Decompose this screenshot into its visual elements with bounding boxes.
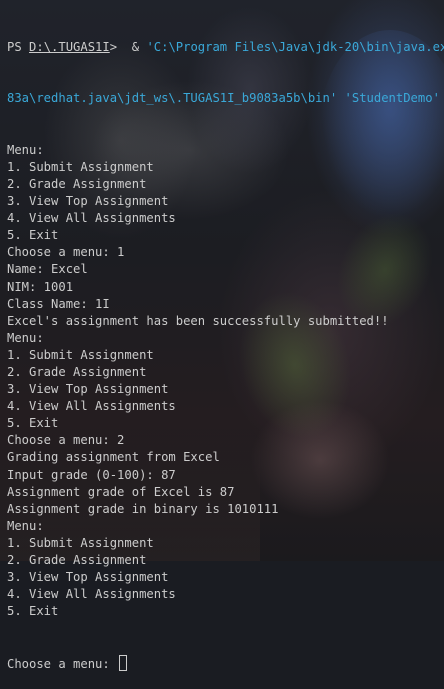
prompt-path-link[interactable]: D:\.TUGAS1I: [29, 40, 110, 54]
output-line: 3. View Top Assignment: [7, 382, 169, 397]
final-prompt-line[interactable]: Choose a menu:: [7, 654, 444, 672]
output-line: 1. Submit Assignment: [7, 159, 154, 174]
output-line: 5. Exit: [7, 604, 59, 619]
output-line: Choose a menu: 2: [7, 433, 125, 448]
output-line: 5. Exit: [7, 416, 59, 431]
text-cursor: [119, 654, 128, 671]
output-line: Class Name: 1I: [7, 296, 110, 311]
output-line: 5. Exit: [7, 228, 59, 243]
output-line: 4. View All Assignments: [7, 587, 176, 602]
command-operator: &: [131, 40, 147, 55]
output-line: Excel's assignment has been successfully…: [7, 313, 389, 328]
output-line: 2. Grade Assignment: [7, 176, 147, 191]
command-args: 83a\redhat.java\jdt_ws\.TUGAS1I_b9083a5b…: [7, 91, 440, 106]
output-line: Menu:: [7, 142, 44, 157]
output-line: Name: Excel: [7, 262, 88, 277]
output-line: NIM: 1001: [7, 279, 74, 294]
command-line-1: PS D:\.TUGAS1I> & 'C:\Program Files\Java…: [7, 39, 444, 56]
output-line: Menu:: [7, 330, 44, 345]
output-line: Assignment grade in binary is 1010111: [7, 501, 279, 516]
output-line: Choose a menu: 1: [7, 245, 125, 260]
output-line: 1. Submit Assignment: [7, 347, 154, 362]
output-line: 1. Submit Assignment: [7, 535, 154, 550]
output-line: 4. View All Assignments: [7, 399, 176, 414]
output-line: Input grade (0-100): 87: [7, 467, 176, 482]
command-line-2: 83a\redhat.java\jdt_ws\.TUGAS1I_b9083a5b…: [7, 90, 444, 107]
output-line: 3. View Top Assignment: [7, 194, 169, 209]
final-prompt: Choose a menu:: [7, 656, 118, 671]
output-line: Menu:: [7, 518, 44, 533]
command-java-path: 'C:\Program Files\Java\jdk-20\bin\java.e…: [146, 40, 444, 55]
prompt-prefix: PS: [7, 40, 30, 55]
terminal-output[interactable]: PS D:\.TUGAS1I> & 'C:\Program Files\Java…: [7, 5, 444, 689]
output-line: 2. Grade Assignment: [7, 364, 147, 379]
output-line: Grading assignment from Excel: [7, 450, 220, 465]
prompt-suffix: >: [109, 40, 132, 55]
output-line: 3. View Top Assignment: [7, 570, 169, 585]
output-line: 4. View All Assignments: [7, 211, 176, 226]
output-line: Assignment grade of Excel is 87: [7, 484, 235, 499]
output-lines: Menu: 1. Submit Assignment 2. Grade Assign…: [7, 142, 444, 621]
